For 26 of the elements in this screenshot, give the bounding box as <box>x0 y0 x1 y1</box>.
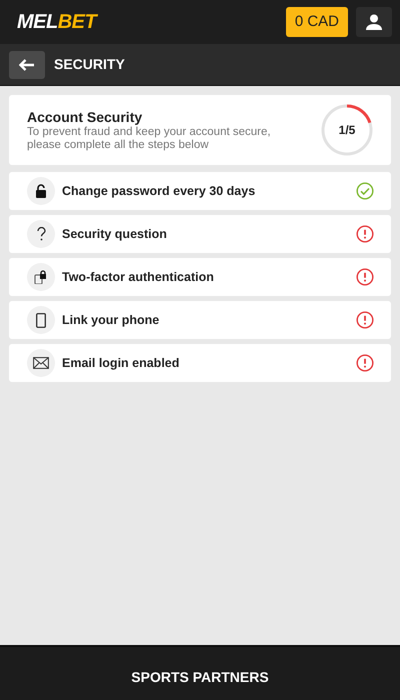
step-label: Change password every 30 days <box>62 182 256 200</box>
user-icon <box>365 14 383 30</box>
card-description: To prevent fraud and keep your account secure, please complete all the steps below <box>27 126 272 152</box>
security-step[interactable]: Link your phone <box>9 301 391 339</box>
padlock-icon <box>35 184 47 198</box>
progress-count: 1/5 <box>338 122 356 139</box>
envelope-icon <box>33 357 49 369</box>
security-step[interactable]: Change password every 30 days <box>9 172 391 210</box>
security-step[interactable]: Security question <box>9 215 391 253</box>
step-label: Two-factor authentication <box>62 268 215 286</box>
back-button[interactable] <box>9 50 45 78</box>
security-step[interactable]: Email login enabled <box>9 344 391 382</box>
question-mark-icon <box>36 227 46 241</box>
step-label: Link your phone <box>62 312 160 329</box>
two-factor-icon <box>34 270 48 284</box>
balance-button[interactable]: 0 CAD <box>286 7 348 37</box>
page-title: SECURITY <box>54 55 125 74</box>
profile-button[interactable] <box>356 7 392 37</box>
step-label: Email login enabled <box>62 354 180 372</box>
step-label: Security question <box>62 226 168 243</box>
back-arrow-icon <box>19 58 35 70</box>
security-step[interactable]: Two-factor authentication <box>9 258 391 296</box>
footer-title: SPORTS PARTNERS <box>131 668 269 687</box>
phone-icon <box>36 312 46 328</box>
logo[interactable]: MELBET <box>17 7 96 37</box>
card-title: Account Security <box>27 108 144 126</box>
